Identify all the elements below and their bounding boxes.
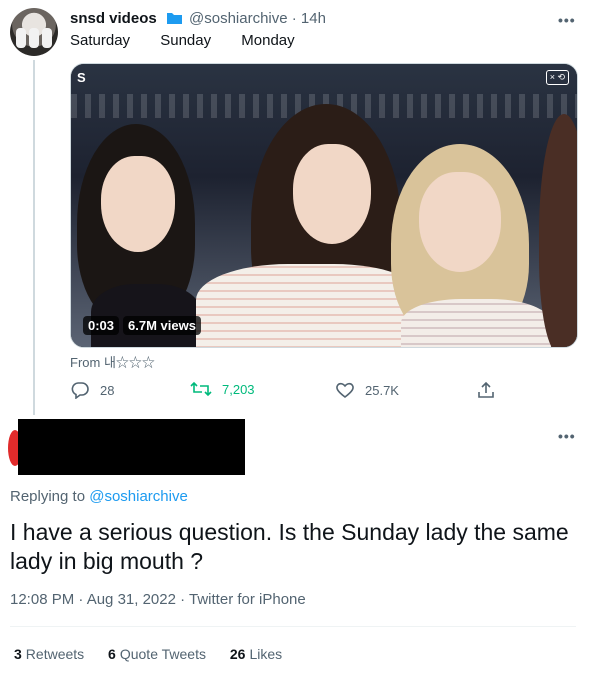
tweet-meta[interactable]: 12:08 PM · Aug 31, 2022 · Twitter for iP… — [10, 591, 306, 608]
retweet-icon — [190, 381, 212, 397]
tweet-text: Saturday Sunday Monday — [70, 32, 321, 49]
share-action[interactable] — [477, 381, 505, 399]
engagement-stats: 3 Retweets 6 Quote Tweets 26 Likes — [14, 646, 302, 662]
likes-label: Likes — [249, 646, 283, 662]
retweets-count: 3 — [14, 646, 22, 662]
author-name[interactable]: snsd videos — [70, 10, 157, 27]
quote-tweets-stat[interactable]: 6 Quote Tweets — [108, 646, 206, 662]
retweets-stat[interactable]: 3 Retweets — [14, 646, 84, 662]
thread-line — [33, 60, 35, 415]
person-face — [419, 172, 501, 272]
divider — [10, 626, 576, 627]
likes-stat[interactable]: 26 Likes — [230, 646, 282, 662]
more-options-icon[interactable]: ••• — [558, 428, 576, 444]
avatar-figure — [42, 28, 52, 48]
person-face — [101, 156, 175, 252]
reply-action[interactable]: 28 — [70, 381, 114, 399]
like-count: 25.7K — [365, 382, 399, 398]
person-face — [293, 144, 371, 244]
folder-badge-icon — [167, 13, 182, 24]
likes-count: 26 — [229, 646, 246, 662]
author-handle-time[interactable]: @soshiarchive · 14h — [189, 10, 326, 27]
reply-count: 28 — [100, 382, 115, 398]
reply-icon — [71, 382, 89, 399]
avatar-figure — [29, 28, 39, 48]
tweet-text-item: Monday — [241, 32, 295, 49]
retweet-action[interactable]: 7,203 — [190, 381, 255, 397]
tweet-text-item: Sunday — [160, 32, 212, 49]
retweets-label: Retweets — [25, 646, 85, 662]
quotes-label: Quote Tweets — [119, 646, 206, 662]
share-icon — [478, 381, 494, 398]
person-shirt — [401, 299, 551, 347]
video-time-badge: 0:03 — [83, 316, 120, 335]
redaction-box — [18, 419, 245, 475]
video-player[interactable]: S × ⟲ 0:03 6.7M views — [70, 63, 578, 348]
replying-to-handle[interactable]: @soshiarchive — [89, 488, 188, 505]
channel-logo: S — [77, 70, 86, 85]
retweet-count: 7,203 — [222, 381, 255, 397]
video-views-badge: 6.7M views — [123, 316, 201, 335]
more-options-icon[interactable]: ••• — [558, 12, 576, 28]
avatar-figure — [16, 28, 26, 48]
heart-icon — [336, 382, 354, 399]
tweet-text-item: Saturday — [70, 32, 131, 49]
from-label[interactable]: From 내☆☆☆ — [70, 352, 155, 371]
replying-to-prefix: Replying to — [10, 488, 86, 505]
quotes-count: 6 — [108, 646, 116, 662]
avatar[interactable] — [10, 8, 58, 56]
like-action[interactable]: 25.7K — [335, 381, 399, 399]
broadcast-logo: × ⟲ — [545, 70, 569, 85]
replying-to: Replying to @soshiarchive — [10, 488, 188, 505]
reply-text: I have a serious question. Is the Sunday… — [10, 519, 569, 574]
